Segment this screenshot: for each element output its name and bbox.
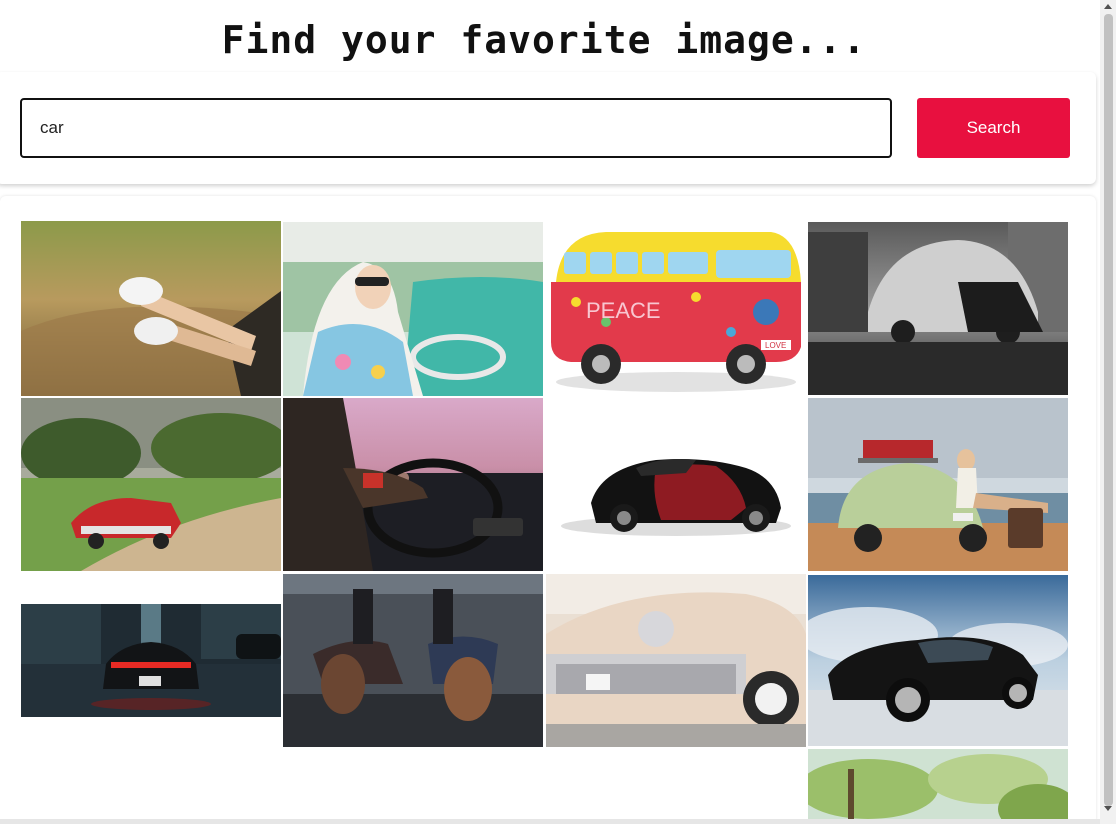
peace-flower-van-photo[interactable]: PEACE LOVE — [546, 222, 806, 396]
black-white-beetle-couple-photo[interactable] — [808, 222, 1068, 395]
sneakers-out-car-window-photo[interactable] — [21, 221, 281, 396]
search-input[interactable] — [20, 98, 892, 158]
woman-green-beetle-beach-photo[interactable] — [808, 398, 1068, 571]
man-driving-sunset-photo[interactable] — [283, 398, 543, 571]
scroll-up-arrow-icon[interactable] — [1104, 4, 1112, 9]
horizontal-scrollbar-edge — [0, 819, 1100, 824]
van-plate-text: LOVE — [765, 341, 786, 350]
red-vintage-convertible-road-photo[interactable] — [21, 398, 281, 571]
scrollbar-thumb[interactable] — [1104, 14, 1113, 806]
black-red-supercar-photo[interactable] — [546, 398, 806, 571]
black-mustang-hdr-photo[interactable] — [808, 575, 1068, 746]
van-peace-text: PEACE — [586, 298, 661, 323]
cream-vintage-cadillac-photo[interactable] — [546, 574, 806, 747]
scroll-down-arrow-icon[interactable] — [1104, 806, 1112, 811]
trees-partial-photo[interactable] — [808, 749, 1068, 824]
red-taillights-rainy-street-photo[interactable] — [21, 604, 281, 717]
vertical-scrollbar[interactable] — [1100, 0, 1116, 824]
couple-lying-on-car-hood-photo[interactable] — [283, 574, 543, 747]
woman-headscarf-driving-vintage-car-photo[interactable] — [283, 222, 543, 396]
page-title: Find your favorite image... — [221, 18, 867, 62]
search-button[interactable]: Search — [917, 98, 1070, 158]
